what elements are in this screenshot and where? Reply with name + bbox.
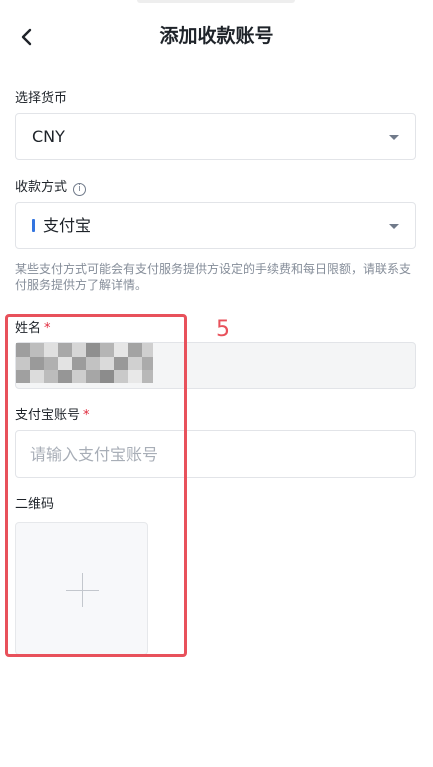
caret-down-icon <box>389 224 399 229</box>
fee-notice: 某些支付方式可能会有支付服务提供方设定的手续费和每日限额，请联系支付服务提供方了… <box>15 262 412 292</box>
info-icon[interactable]: i <box>73 183 87 196</box>
currency-value: CNY <box>32 127 65 146</box>
caret-down-icon <box>389 135 399 140</box>
currency-label: 选择货币 <box>15 91 68 106</box>
annotation-number: 5 <box>216 317 230 342</box>
method-label-row: 收款方式 i <box>15 179 87 197</box>
method-select[interactable]: 支付宝 <box>15 202 416 249</box>
top-handle <box>137 0 295 3</box>
method-accent-bar <box>32 219 35 232</box>
page-title: 添加收款账号 <box>159 25 274 47</box>
method-label: 收款方式 <box>15 180 68 195</box>
annotation-box <box>5 314 187 657</box>
method-value: 支付宝 <box>43 216 92 235</box>
currency-select[interactable]: CNY <box>15 113 416 160</box>
